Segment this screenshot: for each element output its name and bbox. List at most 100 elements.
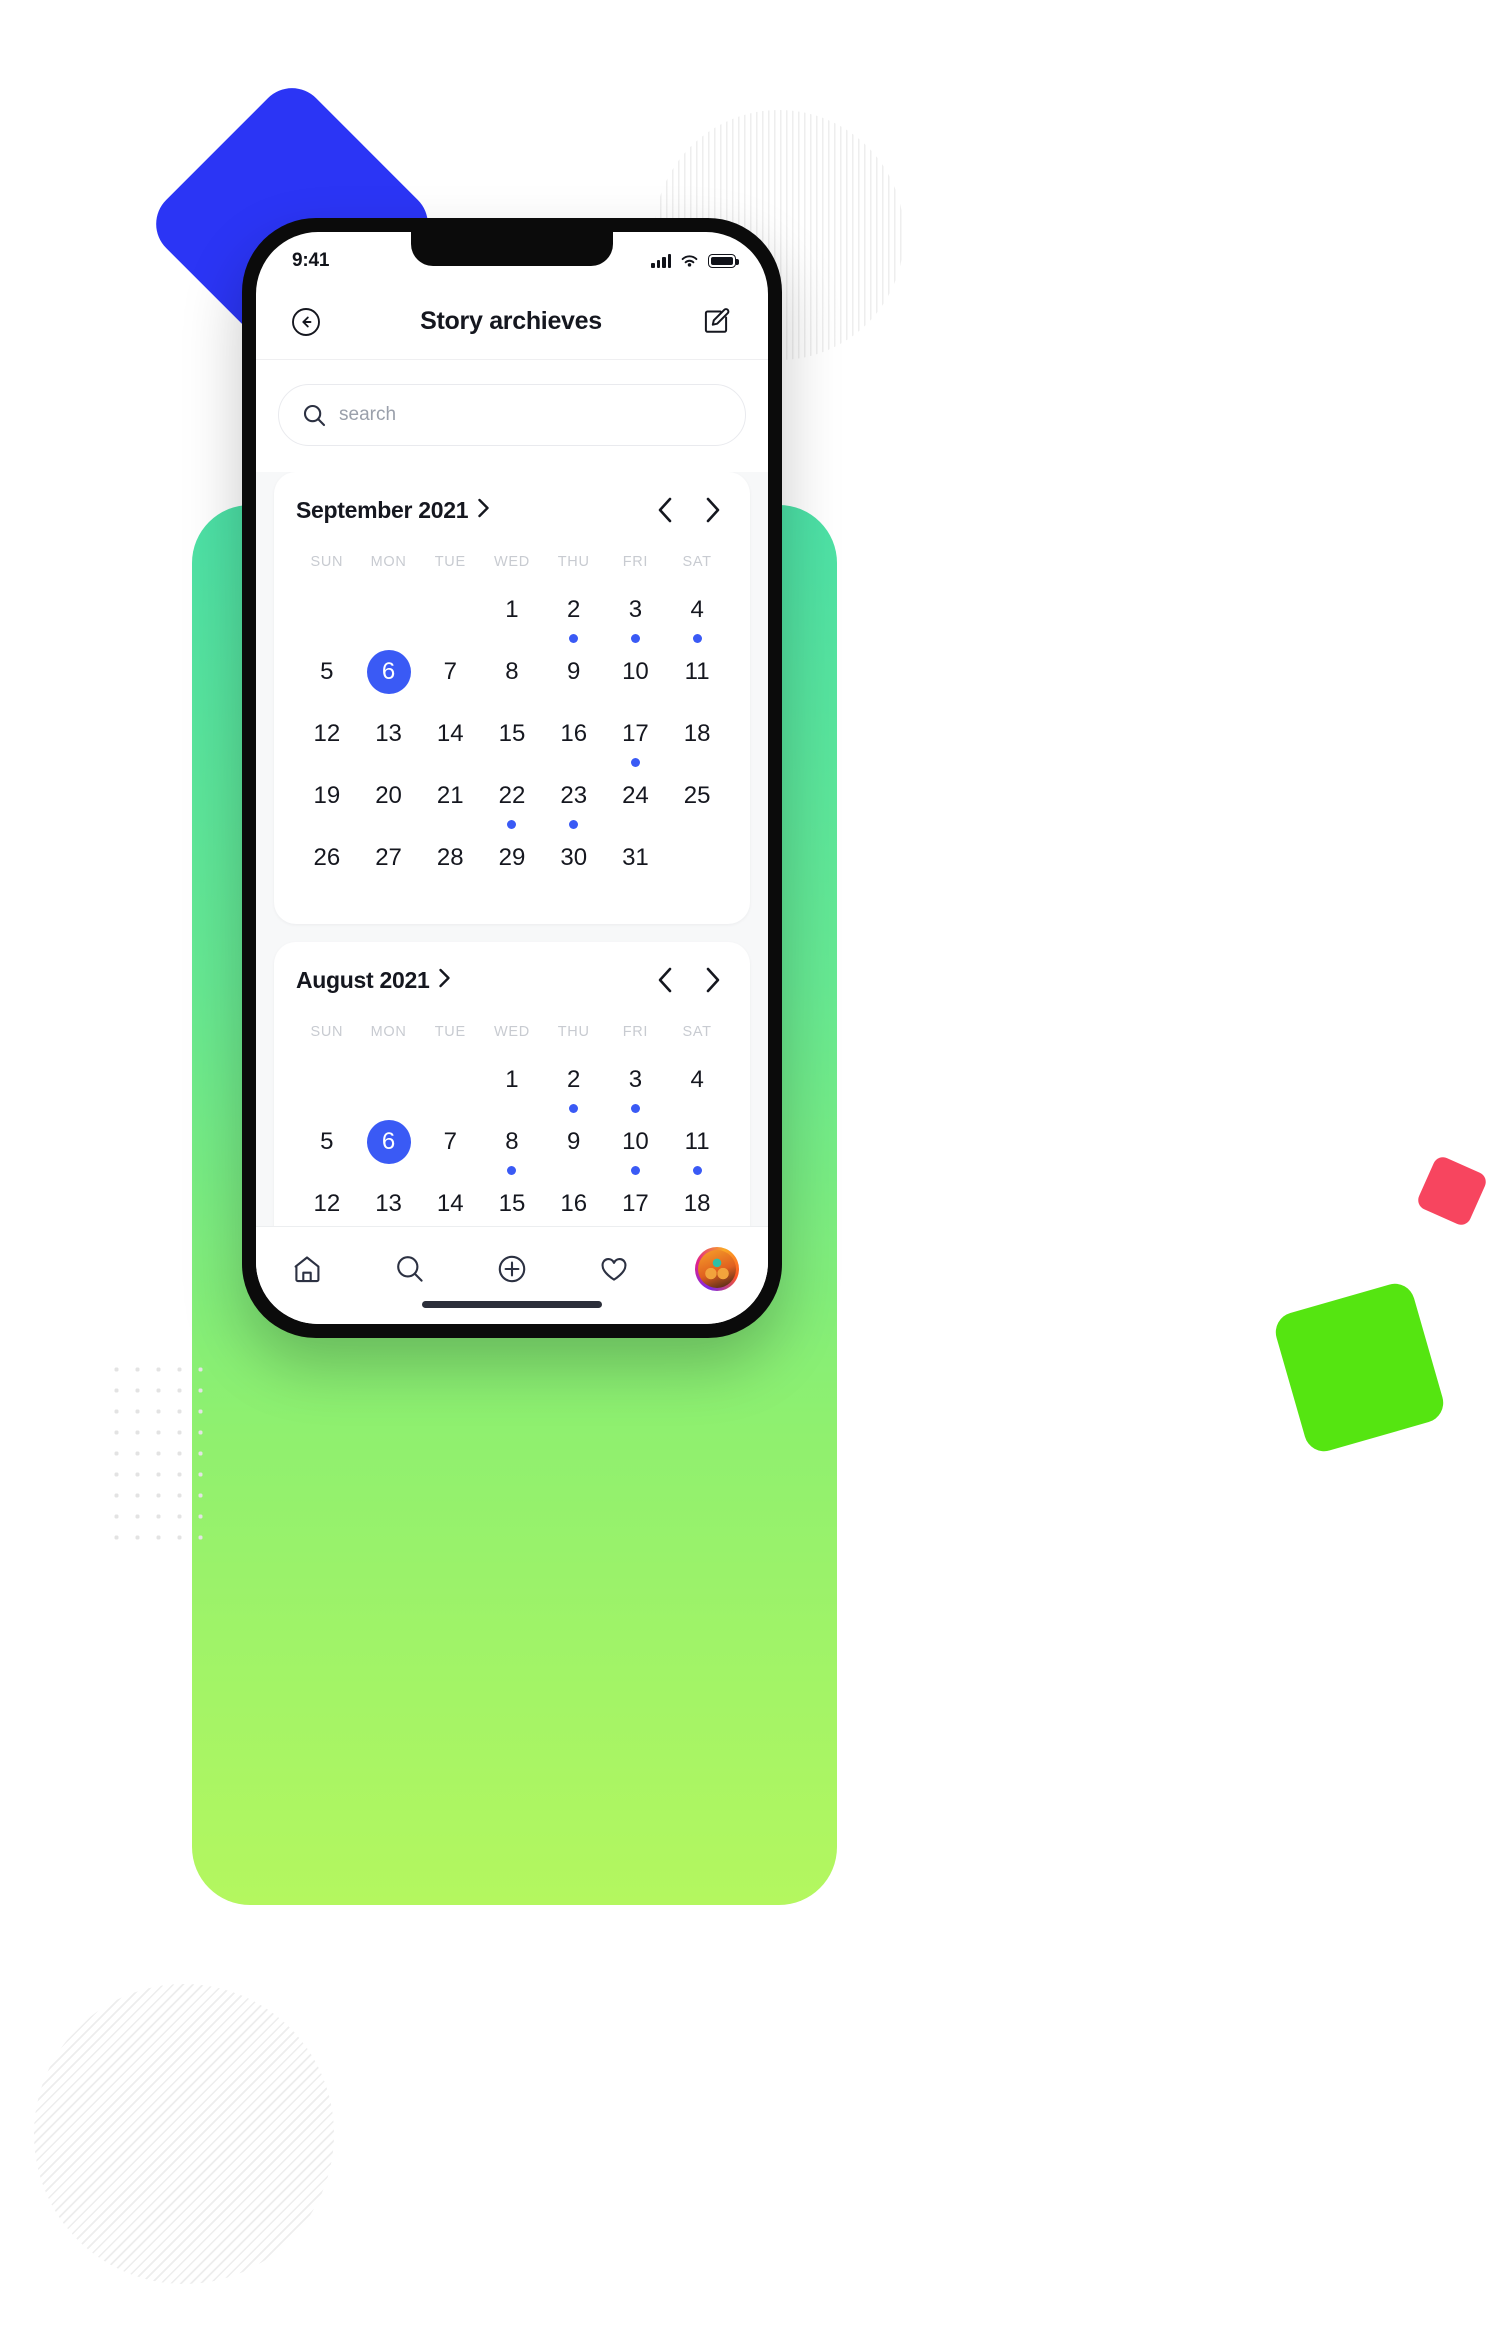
calendar-empty-cell xyxy=(296,1058,358,1120)
calendar-day-cell[interactable]: 1 xyxy=(481,588,543,650)
calendar-next-month-button[interactable] xyxy=(705,966,722,994)
calendar-day-cell[interactable]: 11 xyxy=(666,650,728,712)
calendar-day-cell[interactable]: 18 xyxy=(666,1182,728,1226)
back-arrow-circle-icon xyxy=(292,307,320,336)
calendar-next-month-button[interactable] xyxy=(705,496,722,524)
phone-mockup: 9:41 Story archieves search September 20… xyxy=(242,218,782,1338)
calendar-day-number: 4 xyxy=(690,1066,704,1093)
tab-profile[interactable] xyxy=(691,1243,743,1295)
calendar-day-cell[interactable]: 19 xyxy=(296,774,358,836)
calendar-day-number: 9 xyxy=(567,1128,581,1155)
calendar-day-cell[interactable]: 27 xyxy=(358,836,420,898)
calendar-day-cell[interactable]: 17 xyxy=(605,1182,667,1226)
tab-home[interactable] xyxy=(281,1243,333,1295)
calendar-day-cell[interactable]: 4 xyxy=(666,588,728,650)
page-title: Story archieves xyxy=(420,307,602,335)
weekday-header-tue: TUE xyxy=(434,554,466,570)
story-indicator-dot xyxy=(630,758,640,767)
calendar-month-selector[interactable]: September 2021 xyxy=(296,497,490,524)
story-indicator-dot xyxy=(507,820,517,829)
calendar-day-cell[interactable]: 14 xyxy=(419,1182,481,1226)
calendar-day-cell[interactable]: 4 xyxy=(666,1058,728,1120)
calendar-day-cell[interactable]: 26 xyxy=(296,836,358,898)
calendar-header: September 2021 xyxy=(296,496,728,524)
calendar-month-selector[interactable]: August 2021 xyxy=(296,967,451,994)
bottom-tab-bar xyxy=(256,1226,768,1324)
calendar-day-cell[interactable]: 2 xyxy=(543,588,605,650)
calendar-grid: SUN MON TUE WED THU FRI SAT 1 2 3 4 5 6 7 8 9 10 11 12 13 14… xyxy=(296,1010,728,1226)
calendar-day-cell[interactable]: 5 xyxy=(296,1120,358,1182)
calendar-day-number: 14 xyxy=(436,1190,464,1217)
calendar-day-cell[interactable]: 30 xyxy=(543,836,605,898)
calendar-day-cell[interactable]: 11 xyxy=(666,1120,728,1182)
calendar-prev-month-button[interactable] xyxy=(656,966,673,994)
page-root: 9:41 Story archieves search September 20… xyxy=(0,0,1499,2332)
calendar-day-cell[interactable]: 7 xyxy=(419,1120,481,1182)
calendar-day-cell[interactable]: 9 xyxy=(543,650,605,712)
weekday-header-sat: SAT xyxy=(682,554,712,570)
calendar-day-cell[interactable]: 3 xyxy=(605,1058,667,1120)
calendar-day-cell[interactable]: 10 xyxy=(605,650,667,712)
calendar-day-cell[interactable]: 13 xyxy=(358,1182,420,1226)
calendar-day-cell[interactable]: 6 xyxy=(358,1120,420,1182)
calendar-empty-cell xyxy=(358,588,420,650)
calendar-day-cell[interactable]: 14 xyxy=(419,712,481,774)
calendar-day-cell[interactable]: 25 xyxy=(666,774,728,836)
phone-screen: 9:41 Story archieves search September 20… xyxy=(256,232,768,1324)
calendar-day-number: 1 xyxy=(505,596,519,623)
calendar-day-cell[interactable]: 3 xyxy=(605,588,667,650)
calendar-day-cell[interactable]: 31 xyxy=(605,836,667,898)
calendar-day-cell[interactable]: 17 xyxy=(605,712,667,774)
calendar-day-cell[interactable]: 2 xyxy=(543,1058,605,1120)
back-button[interactable] xyxy=(286,302,326,342)
calendar-day-number: 18 xyxy=(683,720,711,747)
calendar-day-cell[interactable]: 9 xyxy=(543,1120,605,1182)
search-input[interactable] xyxy=(339,404,721,426)
calendar-day-cell[interactable]: 20 xyxy=(358,774,420,836)
calendar-day-cell[interactable]: 8 xyxy=(481,1120,543,1182)
calendar-day-cell[interactable]: 16 xyxy=(543,1182,605,1226)
tab-activity[interactable] xyxy=(588,1243,640,1295)
calendar-day-cell[interactable]: 15 xyxy=(481,712,543,774)
calendar-day-cell[interactable]: 1 xyxy=(481,1058,543,1120)
calendar-day-cell[interactable]: 16 xyxy=(543,712,605,774)
calendar-day-cell[interactable]: 15 xyxy=(481,1182,543,1226)
calendar-day-cell[interactable]: 29 xyxy=(481,836,543,898)
calendar-day-cell[interactable]: 8 xyxy=(481,650,543,712)
calendar-day-cell[interactable]: 10 xyxy=(605,1120,667,1182)
calendar-day-number: 11 xyxy=(684,658,710,685)
calendar-day-cell[interactable]: 21 xyxy=(419,774,481,836)
calendar-day-cell[interactable]: 5 xyxy=(296,650,358,712)
calendar-day-cell[interactable]: 12 xyxy=(296,1182,358,1226)
calendar-day-cell[interactable]: 13 xyxy=(358,712,420,774)
striped-circle-decoration-bottom-left xyxy=(34,1984,334,2284)
calendar-day-cell[interactable]: 6 xyxy=(358,650,420,712)
calendar-day-number: 9 xyxy=(567,658,581,685)
calendar-day-number: 29 xyxy=(498,844,526,871)
weekday-header-mon: MON xyxy=(370,554,407,570)
story-indicator-dot xyxy=(569,1104,579,1113)
calendar-day-cell[interactable]: 28 xyxy=(419,836,481,898)
calendar-day-number: 6 xyxy=(366,1120,411,1164)
calendar-day-cell[interactable]: 7 xyxy=(419,650,481,712)
tab-search[interactable] xyxy=(384,1243,436,1295)
home-indicator xyxy=(422,1301,602,1308)
calendar-day-cell[interactable]: 22 xyxy=(481,774,543,836)
calendar-day-number: 22 xyxy=(498,782,526,809)
phone-notch xyxy=(411,232,613,266)
calendar-day-number: 19 xyxy=(313,782,341,809)
calendar-day-number: 5 xyxy=(320,658,334,685)
avatar[interactable] xyxy=(694,1247,739,1291)
search-section xyxy=(256,360,768,468)
calendar-month-label: August 2021 xyxy=(296,966,430,993)
calendar-day-cell[interactable]: 24 xyxy=(605,774,667,836)
calendar-prev-month-button[interactable] xyxy=(656,496,673,524)
compose-button[interactable] xyxy=(696,302,736,342)
search-bar[interactable] xyxy=(278,384,746,446)
calendar-day-number: 18 xyxy=(683,1190,711,1217)
calendar-scroll-area[interactable]: September 2021 SUN MON TUE WED THU FRI SAT 1 2 3 4 5… xyxy=(256,472,768,1226)
calendar-day-cell[interactable]: 12 xyxy=(296,712,358,774)
calendar-day-cell[interactable]: 18 xyxy=(666,712,728,774)
tab-create[interactable] xyxy=(486,1243,538,1295)
calendar-day-cell[interactable]: 23 xyxy=(543,774,605,836)
